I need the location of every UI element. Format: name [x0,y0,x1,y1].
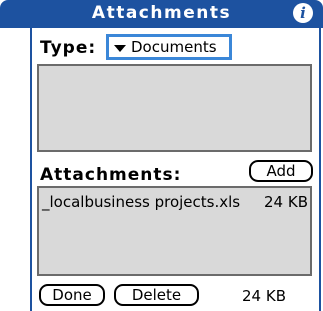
done-button[interactable]: Done [39,284,105,306]
type-dropdown[interactable]: Documents [106,34,232,60]
type-dropdown-value: Documents [131,38,217,56]
triangle-down-icon [114,45,126,52]
type-label: Type: [40,38,97,58]
add-button[interactable]: Add [249,160,313,182]
attachments-list[interactable]: _localbusiness projects.xls 24 KB [37,186,312,276]
total-size: 24 KB [242,287,286,305]
dialog-title: Attachments [91,3,232,23]
delete-button[interactable]: Delete [114,284,199,306]
attachment-name: _localbusiness projects.xls [42,193,241,211]
info-icon[interactable]: i [293,3,313,23]
title-bar: Attachments i [0,0,323,28]
attachments-dialog: Attachments i Type: Documents Attachment… [0,0,323,311]
attachment-preview-box [37,64,312,152]
attachments-label: Attachments: [40,165,182,185]
attachment-size: 24 KB [264,193,308,211]
